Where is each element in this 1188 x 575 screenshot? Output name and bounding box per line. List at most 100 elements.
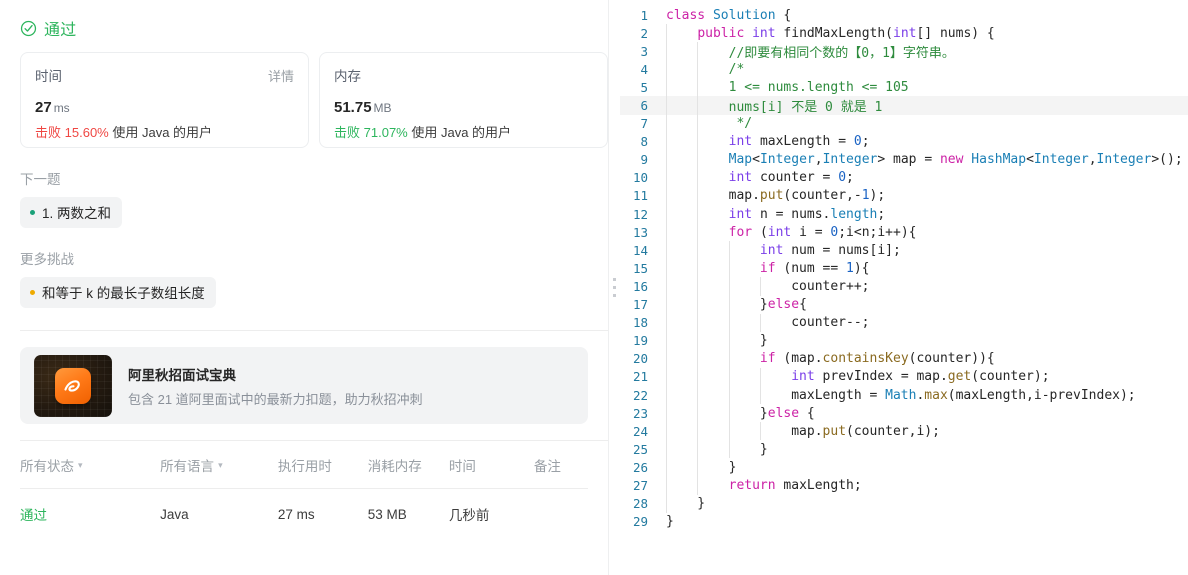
memory-beat-prefix: 击败 [334, 125, 361, 140]
code-token: } [666, 333, 768, 349]
status-label: 通过 [44, 22, 77, 39]
line-number: 10 [632, 170, 648, 186]
code-line[interactable]: 2 public int findMaxLength(int[] nums) { [620, 24, 1188, 43]
code-line[interactable]: 10 int counter = 0; [620, 168, 1188, 187]
left-panel-scroll-area[interactable]: 通过 时间 详情 27ms 击败 15.60% 使用 Java 的用户 内存 [0, 0, 608, 575]
code-token: 1 [846, 260, 854, 276]
code-token: ; [861, 134, 870, 150]
runtime-details-link[interactable]: 详情 [268, 66, 294, 85]
row-language: Java [160, 506, 189, 522]
code-line[interactable]: 18 counter--; [620, 313, 1188, 332]
alibaba-logo-icon [55, 367, 91, 404]
code-text: map.put(counter,-1); [658, 188, 886, 203]
code-token: { [799, 405, 815, 421]
code-token: int [759, 242, 792, 258]
panel-resize-handle[interactable] [608, 0, 620, 575]
code-line[interactable]: 22 maxLength = Math.max(maxLength,i-prev… [620, 385, 1188, 405]
code-line[interactable]: 28 } [620, 494, 1188, 513]
code-token: Math [885, 387, 917, 403]
line-number: 26 [632, 459, 648, 475]
table-row[interactable]: 通过 Java 27 ms 53 MB 几秒前 [20, 489, 588, 539]
code-line[interactable]: 7 */ [620, 114, 1188, 133]
line-number: 19 [632, 333, 648, 349]
header-status-filter[interactable]: 所有状态 ▾ [20, 455, 160, 475]
submissions-table: 所有状态 ▾ 所有语言 ▾ 执行用时 消耗内存 时间 备注 通过 Java 27 m… [0, 441, 588, 539]
code-line[interactable]: 19 } [620, 331, 1188, 350]
header-language-filter[interactable]: 所有语言 ▾ [160, 455, 278, 475]
code-token: return [728, 477, 784, 493]
code-text: } [658, 496, 705, 511]
code-line[interactable]: 27 return maxLength; [620, 476, 1188, 495]
code-token: 0 [838, 170, 847, 186]
code-line[interactable]: 15 if (num == 1){ [620, 259, 1188, 278]
code-token: ;i<n;i++){ [838, 224, 917, 240]
line-number: 23 [632, 405, 648, 421]
runtime-beat-pct: 15.60% [64, 125, 109, 140]
code-line[interactable]: 17 }else{ [620, 295, 1188, 314]
code-line[interactable]: 24 map.put(counter,i); [620, 422, 1188, 441]
code-token: class [666, 7, 713, 23]
code-line[interactable]: 8 int maxLength = 0; [620, 132, 1188, 151]
memory-metric-card: 内存 51.75 MB 击败 71.07% 使用 Java 的用户 [319, 52, 608, 148]
promo-subtitle: 包含 21 道阿里面试中的最新力扣题，助力秋招冲刺 [128, 391, 423, 407]
code-token: num = nums[i]; [791, 242, 901, 258]
code-token: int [893, 25, 917, 41]
code-token: findMaxLength [783, 25, 886, 41]
more-challenge-tag[interactable]: 和等于 k 的最长子数组长度 [20, 277, 216, 308]
code-line[interactable]: 6 nums[i] 不是 0 就是 1 [620, 96, 1188, 115]
code-token: < [752, 152, 760, 168]
code-text: counter++; [658, 278, 870, 294]
code-line[interactable]: 14 int num = nums[i]; [620, 241, 1188, 260]
code-text: public int findMaxLength(int[] nums) { [658, 25, 994, 41]
code-token: if [759, 260, 784, 276]
code-token: int [728, 134, 760, 150]
code-token: counter++; [666, 278, 870, 294]
memory-beat-suffix: 使用 Java 的用户 [411, 125, 512, 140]
code-viewer-panel[interactable]: 1 class Solution {2 public int findMaxLen… [620, 0, 1188, 575]
code-line[interactable]: 29} [620, 513, 1188, 531]
code-text: if (num == 1){ [658, 261, 870, 276]
section-divider [20, 330, 608, 331]
promo-banner[interactable]: 阿里秋招面试宝典 包含 21 道阿里面试中的最新力扣题，助力秋招冲刺 [20, 347, 588, 424]
next-problem-tag[interactable]: 1. 两数之和 [20, 197, 123, 228]
header-memory: 消耗内存 [367, 458, 422, 474]
code-line[interactable]: 23 }else { [620, 404, 1188, 423]
runtime-label: 时间 [35, 69, 62, 84]
code-line[interactable]: 11 map.put(counter,-1); [620, 186, 1188, 206]
code-token: counter = [759, 170, 839, 186]
promo-title: 阿里秋招面试宝典 [128, 367, 236, 383]
code-token: , [814, 152, 823, 168]
code-token: (num == [783, 260, 847, 276]
code-token: Integer [759, 152, 815, 168]
code-line[interactable]: 26 } [620, 458, 1188, 477]
code-token: int [791, 369, 823, 385]
row-status[interactable]: 通过 [20, 504, 160, 524]
code-line[interactable]: 4 /* [620, 60, 1188, 79]
line-number: 11 [632, 188, 648, 204]
row-time: 几秒前 [448, 508, 490, 523]
code-token: } [666, 459, 737, 475]
code-line[interactable]: 1 class Solution { [620, 6, 1188, 24]
code-token: (maxLength,i-prevIndex); [947, 387, 1136, 403]
memory-beat-pct: 71.07% [363, 125, 408, 140]
code-text: return maxLength; [658, 478, 862, 493]
code-token: Integer [1033, 152, 1089, 168]
code-token: (counter); [971, 369, 1050, 385]
more-challenge-title: 和等于 k 的最长子数组长度 [42, 286, 205, 301]
code-line[interactable]: 16 counter++; [620, 277, 1188, 296]
code-line[interactable]: 9 Map<Integer,Integer> map = new HashMap… [620, 150, 1188, 169]
code-line[interactable]: 20 if (map.containsKey(counter)){ [620, 349, 1188, 368]
code-token: Map [728, 152, 753, 168]
code-line[interactable]: 12 int n = nums.length; [620, 205, 1188, 224]
line-number: 15 [632, 260, 648, 276]
code-line[interactable]: 25 } [620, 440, 1188, 459]
line-number: 21 [632, 369, 648, 385]
code-token: else [767, 405, 800, 421]
line-number: 18 [632, 315, 648, 331]
code-line[interactable]: 5 1 <= nums.length <= 105 [620, 78, 1188, 97]
code-line[interactable]: 21 int prevIndex = map.get(counter); [620, 367, 1188, 386]
code-line[interactable]: 3 //即要有相同个数的【0，1】字符串。 [620, 42, 1188, 61]
code-line[interactable]: 13 for (int i = 0;i<n;i++){ [620, 223, 1188, 242]
code-token: prevIndex = map. [822, 369, 948, 385]
